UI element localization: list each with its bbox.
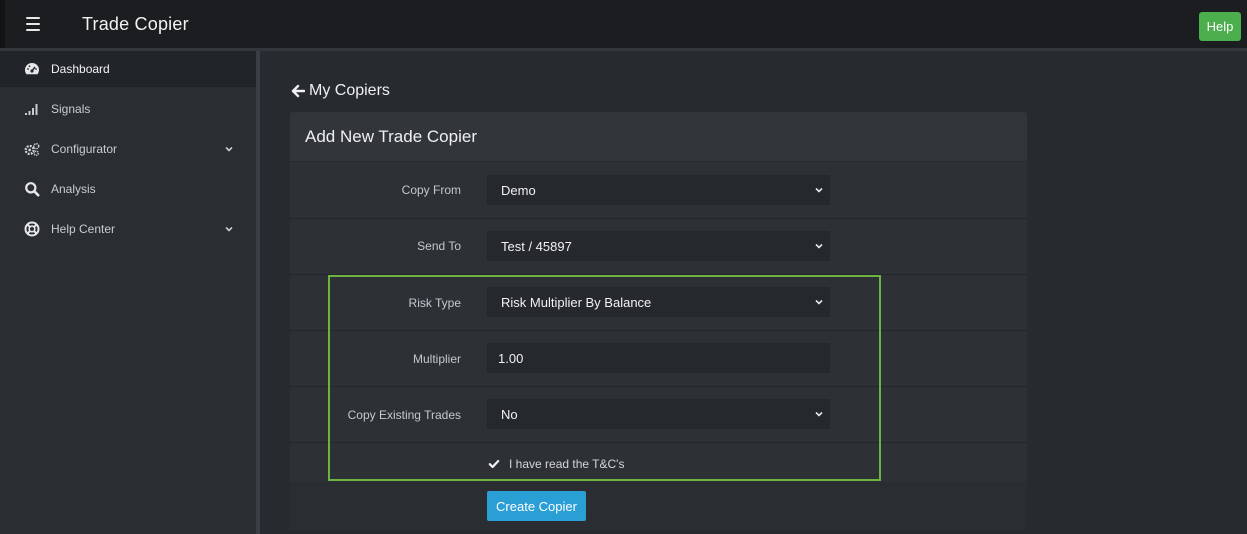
multiplier-label: Multiplier <box>412 352 461 366</box>
sidebar-item-signals[interactable]: Signals <box>0 91 256 127</box>
panel-title: Add New Trade Copier <box>305 127 477 146</box>
terms-label: I have read the T&C's <box>509 457 625 471</box>
sidebar-item-label: Configurator <box>51 142 118 156</box>
risk-type-label: Risk Type <box>408 296 461 310</box>
search-icon <box>24 181 40 197</box>
back-to-my-copiers-link[interactable]: My Copiers <box>291 82 390 100</box>
life-ring-icon <box>24 221 40 237</box>
form-footer <box>290 482 1027 530</box>
panel-header: Add New Trade Copier <box>290 112 1027 161</box>
gears-icon <box>24 141 40 157</box>
row-divider <box>290 442 1027 443</box>
sidebar-item-label: Signals <box>51 102 91 116</box>
sidebar-item-label: Help Center <box>51 222 116 236</box>
copy-existing-trades-select[interactable]: No <box>487 399 830 429</box>
multiplier-input[interactable] <box>487 343 830 373</box>
chevron-down-icon <box>815 243 823 249</box>
copy-existing-trades-label: Copy Existing Trades <box>347 408 461 422</box>
navbar-edge <box>0 0 5 48</box>
sidebar-item-label: Dashboard <box>51 62 110 76</box>
chevron-down-icon <box>815 411 823 417</box>
create-copier-button[interactable]: Create Copier <box>487 491 586 521</box>
send-to-value: Test / 45897 <box>501 238 572 254</box>
app-title: Trade Copier <box>82 14 189 34</box>
copy-existing-trades-value: No <box>501 406 518 422</box>
checkbox-checked-icon[interactable] <box>487 457 501 471</box>
dashboard-gauge-icon <box>24 61 40 77</box>
signal-bars-icon <box>24 101 40 117</box>
terms-checkbox-row[interactable]: I have read the T&C's <box>487 457 624 471</box>
chevron-down-icon[interactable] <box>224 144 234 154</box>
sidebar-item-dashboard[interactable]: Dashboard <box>0 51 256 87</box>
sidebar-item-configurator[interactable]: Configurator <box>0 131 256 167</box>
hamburger-menu-icon[interactable] <box>24 15 42 33</box>
chevron-down-icon <box>815 187 823 193</box>
copy-from-value: Demo <box>501 182 536 198</box>
top-navbar: Trade Copier Help <box>0 0 1247 48</box>
risk-type-select[interactable]: Risk Multiplier By Balance <box>487 287 830 317</box>
send-to-label: Send To <box>417 239 461 253</box>
sidebar-item-help-center[interactable]: Help Center <box>0 211 256 247</box>
chevron-down-icon[interactable] <box>224 224 234 234</box>
sidebar-item-analysis[interactable]: Analysis <box>0 171 256 207</box>
help-button[interactable]: Help <box>1199 12 1241 41</box>
send-to-select[interactable]: Test / 45897 <box>487 231 830 261</box>
chevron-down-icon <box>815 299 823 305</box>
back-link-label: My Copiers <box>309 82 390 99</box>
copy-from-label: Copy From <box>401 183 461 197</box>
copy-from-select[interactable]: Demo <box>487 175 830 205</box>
risk-type-value: Risk Multiplier By Balance <box>501 294 652 310</box>
arrow-left-icon <box>291 84 305 98</box>
sidebar-item-label: Analysis <box>51 182 96 196</box>
